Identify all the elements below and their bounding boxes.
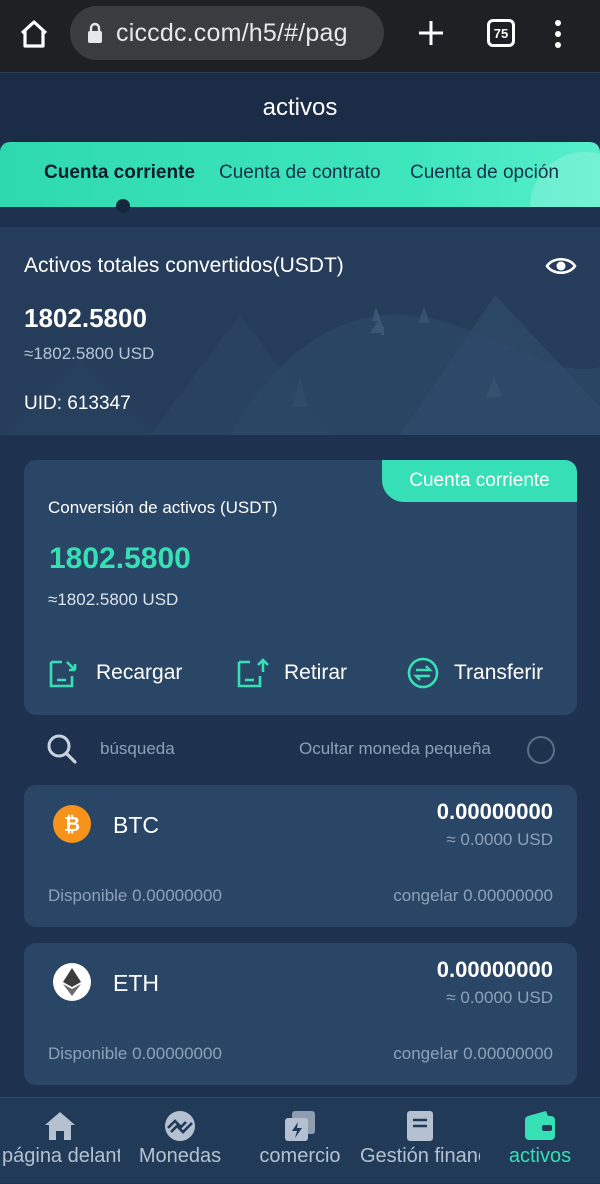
- wallet-icon: [525, 1111, 555, 1140]
- account-tabs: Cuenta corriente Cuenta de contrato Cuen…: [0, 142, 600, 207]
- coin-symbol: ETH: [113, 970, 159, 996]
- deposit-icon: [49, 660, 77, 688]
- conversion-value: 1802.5800: [49, 542, 191, 575]
- transfer-label: Transferir: [454, 661, 544, 684]
- home-icon: [45, 1112, 75, 1140]
- withdraw-label: Retirar: [284, 661, 348, 684]
- total-assets-usd: ≈1802.5800 USD: [24, 344, 155, 363]
- withdraw-button[interactable]: Retirar: [236, 656, 347, 690]
- nav-coins-label: Monedas: [138, 1145, 222, 1167]
- app-header: activos: [0, 72, 600, 142]
- coins-icon: [165, 1111, 195, 1141]
- eye-icon[interactable]: [545, 255, 577, 277]
- svg-text:₿: ₿: [64, 812, 80, 836]
- nav-trade[interactable]: comercio: [240, 1098, 360, 1184]
- nav-trade-label: comercio: [259, 1145, 341, 1167]
- coin-amount: 0.00000000: [436, 799, 553, 824]
- nav-assets-label: activos: [508, 1145, 572, 1167]
- coin-frozen: congelar 0.00000000: [393, 886, 553, 905]
- conversion-usd: ≈1802.5800 USD: [48, 590, 179, 609]
- nav-finance-label: Gestión financiera: [360, 1145, 480, 1167]
- nav-finance[interactable]: Gestión financiera: [360, 1098, 480, 1184]
- search-icon[interactable]: [46, 733, 78, 765]
- more-vert-icon[interactable]: [548, 18, 568, 50]
- conversion-label: Conversión de activos (USDT): [48, 498, 278, 517]
- coin-row-btc[interactable]: ₿ BTC 0.00000000 ≈ 0.0000 USD Disponible…: [24, 785, 577, 927]
- coin-usd-value: ≈ 0.0000 USD: [446, 830, 553, 849]
- withdraw-icon: [237, 658, 269, 688]
- coin-available: Disponible 0.00000000: [48, 1044, 222, 1063]
- tab-cuenta-corriente[interactable]: Cuenta corriente: [44, 162, 195, 184]
- assets-summary: Activos totales convertidos(USDT) 1802.5…: [0, 227, 600, 435]
- coin-amount: 0.00000000: [436, 957, 553, 982]
- recharge-label: Recargar: [96, 661, 183, 684]
- search-input[interactable]: [100, 736, 280, 762]
- search-row: Ocultar moneda pequeña: [24, 730, 577, 770]
- trade-icon: [285, 1111, 315, 1141]
- user-uid: UID: 613347: [24, 393, 131, 414]
- total-assets-label: Activos totales convertidos(USDT): [24, 254, 344, 277]
- url-text: ciccdc.com/h5/#/pag: [116, 18, 348, 47]
- recharge-button[interactable]: Recargar: [48, 656, 182, 690]
- bottom-navigation: página delantera Monedas comercio Gestió…: [0, 1097, 600, 1183]
- hide-small-coins-label: Ocultar moneda pequeña: [299, 739, 491, 758]
- page-title: activos: [262, 93, 338, 121]
- new-tab-icon[interactable]: [414, 16, 448, 50]
- transfer-icon: [407, 657, 439, 689]
- tab-cuenta-de-contrato[interactable]: Cuenta de contrato: [219, 162, 381, 184]
- active-tab-indicator: [116, 199, 130, 213]
- account-card: Cuenta corriente Conversión de activos (…: [24, 460, 577, 715]
- finance-icon: [407, 1111, 433, 1141]
- nav-home[interactable]: página delantera: [0, 1098, 120, 1184]
- coin-row-eth[interactable]: ETH 0.00000000 ≈ 0.0000 USD Disponible 0…: [24, 943, 577, 1085]
- account-badge: Cuenta corriente: [382, 460, 577, 502]
- ethereum-icon: [53, 963, 91, 1001]
- tab-cuenta-de-opcion[interactable]: Cuenta de opción: [410, 162, 559, 184]
- coin-frozen: congelar 0.00000000: [393, 1044, 553, 1063]
- tab-switcher-button[interactable]: 75: [487, 19, 515, 47]
- coin-usd-value: ≈ 0.0000 USD: [446, 988, 553, 1007]
- hide-small-coins-toggle[interactable]: [527, 736, 555, 764]
- nav-assets[interactable]: activos: [480, 1098, 600, 1184]
- coin-available: Disponible 0.00000000: [48, 886, 222, 905]
- nav-home-label: página delantera: [2, 1145, 120, 1167]
- bitcoin-icon: ₿: [53, 805, 91, 843]
- transfer-button[interactable]: Transferir: [406, 656, 543, 690]
- lock-icon: [88, 22, 102, 43]
- address-bar[interactable]: ciccdc.com/h5/#/pag: [70, 6, 384, 60]
- total-assets-value: 1802.5800: [24, 303, 147, 333]
- nav-coins[interactable]: Monedas: [120, 1098, 240, 1184]
- browser-toolbar: ciccdc.com/h5/#/pag 75: [0, 0, 600, 72]
- coin-symbol: BTC: [113, 812, 159, 838]
- home-icon[interactable]: [16, 16, 52, 52]
